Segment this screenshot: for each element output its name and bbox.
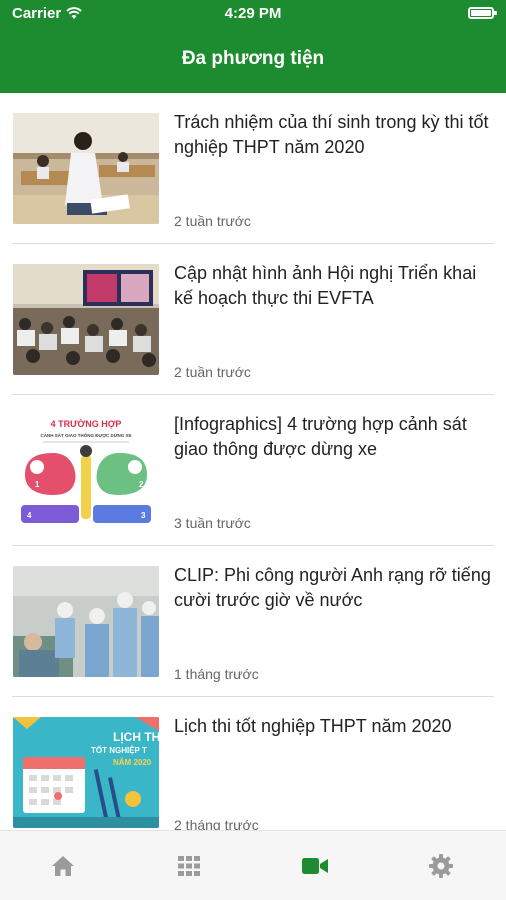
tab-multimedia[interactable]	[252, 831, 378, 900]
list-item[interactable]: Trách nhiệm của thí sinh trong kỳ thi tố…	[0, 93, 506, 244]
article-title[interactable]: Cập nhật hình ảnh Hội nghị Triển khai kế…	[174, 261, 494, 311]
infographic-heading: 4 TRƯỜNG HỢP	[51, 418, 122, 429]
battery-icon	[468, 7, 497, 19]
article-thumbnail[interactable]: LỊCH TH TỐT NGHIỆP T NĂM 2020	[13, 717, 159, 828]
status-time: 4:29 PM	[224, 5, 282, 22]
article-list[interactable]: Trách nhiệm của thí sinh trong kỳ thi tố…	[0, 93, 506, 830]
infographic-number: 2	[139, 480, 144, 489]
list-item[interactable]: LỊCH TH TỐT NGHIỆP T NĂM 2020 Lịch thi t…	[0, 697, 506, 830]
tab-categories[interactable]	[126, 831, 252, 900]
thumbnail-title-line3: NĂM 2020	[113, 758, 152, 767]
list-item[interactable]: Cập nhật hình ảnh Hội nghị Triển khai kế…	[0, 244, 506, 395]
grid-icon	[178, 856, 200, 876]
tab-home[interactable]	[0, 831, 126, 900]
app-header: Carrier 4:29 PM Đa phương tiện	[0, 0, 506, 93]
article-title[interactable]: CLIP: Phi công người Anh rạng rỡ tiếng c…	[174, 563, 494, 613]
list-item[interactable]: 4 TRƯỜNG HỢP CẢNH SÁT GIAO THÔNG ĐƯỢC DỪ…	[0, 395, 506, 546]
article-thumbnail[interactable]: 4 TRƯỜNG HỢP CẢNH SÁT GIAO THÔNG ĐƯỢC DỪ…	[13, 415, 159, 526]
infographic-number: 1	[35, 480, 40, 489]
list-item[interactable]: CLIP: Phi công người Anh rạng rỡ tiếng c…	[0, 546, 506, 697]
thumbnail-title-line1: LỊCH TH	[113, 730, 159, 744]
article-thumbnail[interactable]	[13, 264, 159, 375]
article-title[interactable]: Trách nhiệm của thí sinh trong kỳ thi tố…	[174, 110, 494, 160]
video-camera-icon	[302, 858, 328, 874]
article-thumbnail[interactable]	[13, 113, 159, 224]
infographic-number: 4	[27, 511, 32, 520]
status-bar: Carrier 4:29 PM	[0, 0, 506, 28]
home-icon	[52, 856, 74, 876]
infographic-number: 3	[141, 511, 146, 520]
article-age: 2 tuần trước	[174, 364, 251, 380]
article-age: 3 tuần trước	[174, 515, 251, 531]
page-title: Đa phương tiện	[181, 48, 325, 69]
thumbnail-title-line2: TỐT NGHIỆP T	[91, 745, 147, 755]
article-title[interactable]: [Infographics] 4 trường hợp cảnh sát gia…	[174, 412, 494, 462]
article-thumbnail[interactable]	[13, 566, 159, 677]
article-age: 2 tuần trước	[174, 213, 251, 229]
bottom-tab-bar	[0, 830, 506, 900]
gear-icon	[429, 854, 453, 878]
tab-settings[interactable]	[378, 831, 504, 900]
article-age: 2 tháng trước	[174, 817, 259, 830]
article-title[interactable]: Lịch thi tốt nghiệp THPT năm 2020	[174, 714, 494, 739]
infographic-subheading: CẢNH SÁT GIAO THÔNG ĐƯỢC DỪNG XE	[40, 431, 131, 438]
article-age: 1 tháng trước	[174, 666, 259, 682]
